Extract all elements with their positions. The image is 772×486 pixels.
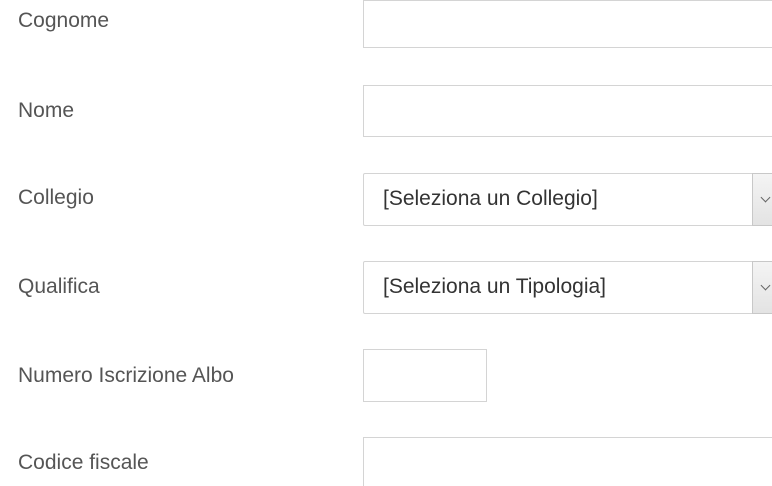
collegio-dropdown-button[interactable]: [752, 173, 772, 226]
codice-fiscale-input[interactable]: [363, 437, 772, 486]
nome-input[interactable]: [363, 85, 772, 137]
qualifica-selected-value: [Seleziona un Tipologia]: [383, 275, 606, 298]
chevron-down-icon: [760, 192, 771, 203]
nome-label: Nome: [18, 99, 75, 122]
collegio-selected-value: [Seleziona un Collegio]: [383, 187, 598, 210]
cognome-input[interactable]: [363, 0, 772, 48]
numero-iscrizione-albo-input[interactable]: [363, 349, 487, 402]
qualifica-dropdown-button[interactable]: [752, 261, 772, 314]
collegio-label: Collegio: [18, 186, 94, 209]
collegio-select[interactable]: [Seleziona un Collegio]: [363, 173, 772, 226]
qualifica-select[interactable]: [Seleziona un Tipologia]: [363, 261, 772, 314]
cognome-label: Cognome: [18, 9, 110, 32]
codice-fiscale-label: Codice fiscale: [18, 451, 149, 474]
registration-form: Cognome Nome Collegio [Seleziona un Coll…: [0, 0, 772, 486]
chevron-down-icon: [760, 280, 771, 291]
qualifica-label: Qualifica: [18, 275, 100, 298]
numero-iscrizione-albo-label: Numero Iscrizione Albo: [18, 364, 234, 387]
